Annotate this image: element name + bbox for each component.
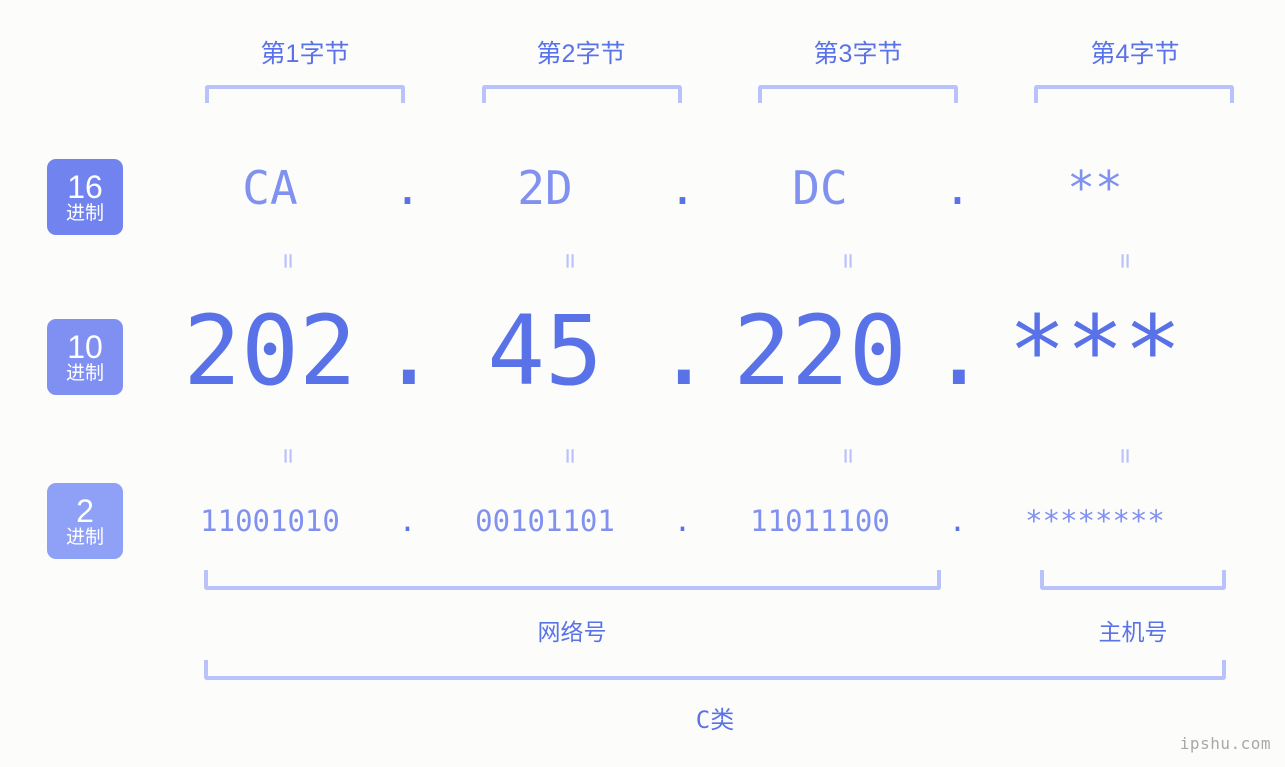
radix-badge-hex-unit: 进制 (65, 202, 104, 224)
byte-header-2: 第2字节 (536, 40, 626, 68)
binary-byte-2: 00101101 (475, 504, 615, 538)
binary-separator-2: . (673, 504, 692, 538)
equals-icon-hex-dec-3: = (833, 253, 863, 269)
hex-separator-2: . (668, 161, 697, 215)
equals-icon-hex-dec-2: = (555, 253, 585, 269)
byte-bracket-3 (758, 85, 958, 103)
radix-badge-decimal-number: 10 (67, 328, 103, 365)
byte-bracket-4 (1034, 85, 1234, 103)
binary-byte-3: 11011100 (750, 504, 890, 538)
radix-badge-binary-number: 2 (76, 492, 94, 529)
hex-separator-3: . (943, 161, 972, 215)
hex-byte-4: ** (1067, 161, 1123, 215)
equals-icon-hex-dec-1: = (273, 253, 303, 269)
radix-badge-decimal: 10 进制 (47, 319, 123, 395)
byte-header-4: 第4字节 (1090, 40, 1180, 68)
site-watermark: ipshu.com (1179, 734, 1271, 753)
hex-byte-2: 2D (517, 161, 573, 215)
radix-badge-binary: 2 进制 (47, 483, 123, 559)
decimal-byte-1: 202 (183, 295, 357, 407)
equals-icon-dec-bin-2: = (555, 448, 585, 464)
address-class-bracket (204, 660, 1226, 680)
decimal-byte-2: 45 (487, 295, 603, 407)
equals-icon-dec-bin-4: = (1110, 448, 1140, 464)
decimal-value-row: 202 . 45 . 220 . *** (160, 296, 1285, 406)
decimal-separator-1: . (380, 295, 438, 407)
binary-value-row: 11001010 . 00101101 . 11011100 . *******… (160, 496, 1285, 546)
network-portion-label: 网络号 (537, 619, 607, 645)
radix-badge-hex-number: 16 (67, 168, 103, 205)
radix-badge-decimal-unit: 进制 (65, 362, 104, 384)
decimal-byte-4: *** (1008, 295, 1182, 407)
address-class-label: C类 (695, 706, 735, 734)
binary-byte-4: ******** (1025, 504, 1165, 538)
hex-byte-1: CA (242, 161, 298, 215)
ip-address-breakdown-diagram: 第1字节 第2字节 第3字节 第4字节 16 进制 10 进制 2 进制 CA … (0, 0, 1285, 767)
hex-separator-1: . (393, 161, 422, 215)
decimal-separator-3: . (930, 295, 988, 407)
hex-value-row: CA . 2D . DC . ** (160, 152, 1285, 224)
byte-bracket-2 (482, 85, 682, 103)
decimal-byte-3: 220 (733, 295, 907, 407)
radix-badge-hex: 16 进制 (47, 159, 123, 235)
decimal-separator-2: . (655, 295, 713, 407)
host-portion-label: 主机号 (1098, 619, 1168, 645)
binary-byte-1: 11001010 (200, 504, 340, 538)
binary-separator-3: . (948, 504, 967, 538)
hex-byte-3: DC (792, 161, 848, 215)
byte-header-3: 第3字节 (813, 40, 903, 68)
equals-icon-dec-bin-1: = (273, 448, 303, 464)
byte-bracket-1 (205, 85, 405, 103)
host-portion-bracket (1040, 570, 1226, 590)
binary-separator-1: . (398, 504, 417, 538)
equals-icon-dec-bin-3: = (833, 448, 863, 464)
network-portion-bracket (204, 570, 941, 590)
equals-icon-hex-dec-4: = (1110, 253, 1140, 269)
radix-badge-binary-unit: 进制 (65, 526, 104, 548)
byte-header-1: 第1字节 (260, 40, 350, 68)
